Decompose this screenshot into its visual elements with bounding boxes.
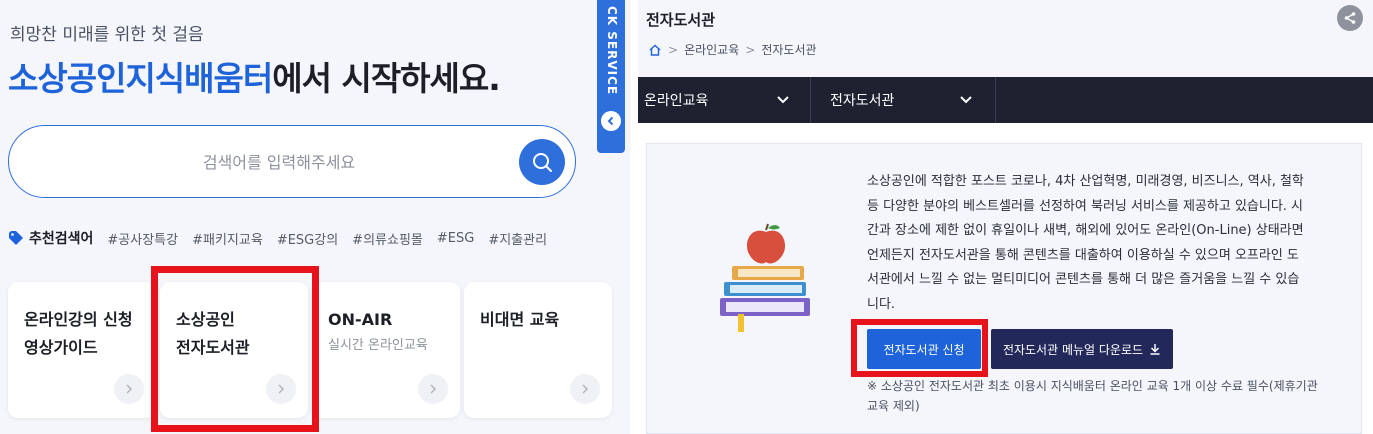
search-box — [8, 125, 576, 198]
keyword-tag[interactable]: #공사장특강 — [107, 229, 178, 248]
recommended-keywords: 추천검색어 #공사장특강 #패키지교육 #ESG강의 #의류쇼핑몰 #ESG #… — [8, 228, 547, 248]
breadcrumb: > 온라인교육 > 전자도서관 — [648, 41, 817, 58]
manual-download-button[interactable]: 전자도서관 메뉴얼 다운로드 — [991, 329, 1173, 369]
nav-dropdown-e-library[interactable]: 전자도서관 — [830, 77, 894, 123]
chevron-left-icon — [607, 116, 614, 126]
keyword-tag[interactable]: #패키지교육 — [192, 229, 263, 248]
keyword-tag[interactable]: #지출관리 — [488, 229, 547, 248]
recommended-label: 추천검색어 — [8, 228, 93, 248]
breadcrumb-item[interactable]: 전자도서관 — [761, 41, 816, 58]
headline: 소상공인지식배움터에서 시작하세요. — [8, 52, 501, 100]
book-stack-apple-illustration — [720, 223, 810, 332]
card-subtitle: 실시간 온라인교육 — [328, 338, 428, 353]
share-button[interactable] — [1337, 5, 1363, 31]
highlight-box-e-library-card — [151, 266, 319, 432]
share-icon — [1344, 12, 1356, 24]
main-landing-panel: 희망찬 미래를 위한 첫 걸음 소상공인지식배움터에서 시작하세요. 추천검색어… — [0, 0, 630, 434]
chevron-right-icon — [418, 374, 448, 404]
headline-rest: 에서 시작하세요. — [272, 59, 501, 98]
e-library-description: 소상공인에 적합한 포스트 코로나, 4차 산업혁명, 미래경영, 비즈니스, … — [867, 174, 1304, 312]
e-library-page: 전자도서관 > 온라인교육 > 전자도서관 온라인교육 전자도서관 소상공인에 … — [638, 0, 1373, 434]
usage-note: ※ 소상공인 전자도서관 최초 이용시 지식배움터 온라인 교육 1개 이상 수… — [867, 379, 1318, 413]
highlight-box-apply-button — [851, 319, 988, 377]
card-title: 비대면 교육 — [480, 310, 560, 329]
chevron-down-icon[interactable] — [776, 92, 790, 106]
card-title: ON-AIR — [328, 310, 393, 329]
tag-icon — [9, 231, 23, 245]
nav-dropdown-online-education[interactable]: 온라인교육 — [644, 77, 708, 123]
nav-divider — [810, 77, 811, 123]
manual-download-label: 전자도서관 메뉴얼 다운로드 — [1002, 342, 1144, 357]
page-title: 전자도서관 — [646, 11, 716, 29]
download-icon — [1150, 344, 1160, 355]
screenshot-root: 희망찬 미래를 위한 첫 걸음 소상공인지식배움터에서 시작하세요. 추천검색어… — [0, 0, 1373, 434]
sub-navbar: 온라인교육 전자도서관 — [638, 77, 1373, 123]
card-title: 온라인강의 신청 영상가이드 — [24, 310, 133, 357]
keyword-tag[interactable]: #의류쇼핑몰 — [352, 229, 423, 248]
card-online-guide[interactable]: 온라인강의 신청 영상가이드 — [8, 282, 156, 418]
breadcrumb-item[interactable]: 온라인교육 — [684, 41, 739, 58]
card-on-air[interactable]: ON-AIR 실시간 온라인교육 — [312, 282, 460, 418]
breadcrumb-separator: > — [745, 42, 756, 57]
keyword-tag[interactable]: #ESG — [437, 231, 474, 246]
chevron-right-icon — [570, 374, 600, 404]
home-icon[interactable] — [648, 43, 662, 57]
headline-accent: 소상공인지식배움터 — [8, 59, 273, 98]
quick-service-toggle[interactable] — [601, 111, 621, 131]
keyword-tag[interactable]: #ESG강의 — [277, 229, 338, 248]
chevron-right-icon — [114, 374, 144, 404]
chevron-down-icon[interactable] — [959, 92, 973, 106]
breadcrumb-separator: > — [668, 42, 679, 57]
nav-divider — [995, 77, 996, 123]
page-header: 전자도서관 > 온라인교육 > 전자도서관 — [638, 0, 1373, 77]
tagline: 희망찬 미래를 위한 첫 걸음 — [10, 25, 204, 45]
card-untact-education[interactable]: 비대면 교육 — [464, 282, 612, 418]
recommended-label-text: 추천검색어 — [29, 231, 94, 247]
search-button[interactable] — [519, 139, 565, 185]
search-icon — [533, 153, 552, 172]
quick-service-label: CK SERVICE — [605, 6, 619, 96]
search-input[interactable] — [49, 148, 509, 176]
